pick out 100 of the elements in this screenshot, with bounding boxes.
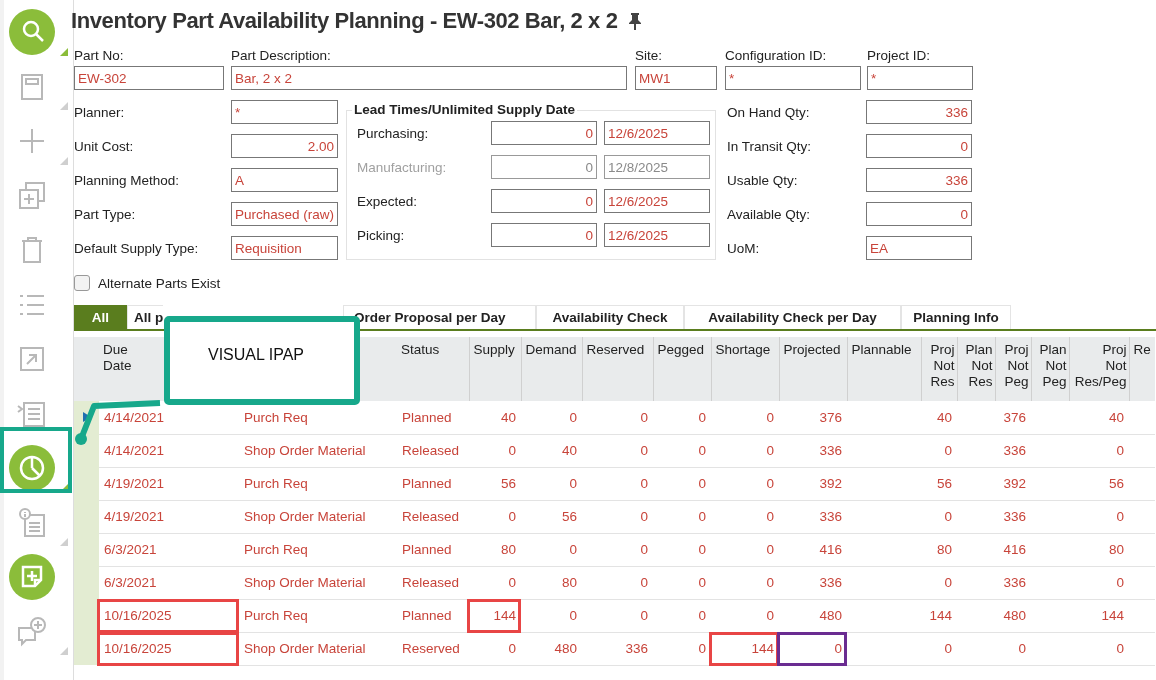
field-label: Purchasing: xyxy=(357,125,430,141)
input-field[interactable]: 2.00 xyxy=(231,134,338,158)
table-cell: Reserved xyxy=(397,632,469,665)
table-cell: 80 xyxy=(921,533,957,566)
table-cell: 6/3/2021 xyxy=(99,533,239,566)
table-cell: 0 xyxy=(921,500,957,533)
input-field[interactable]: EW-302 xyxy=(74,66,224,90)
field-label: Picking: xyxy=(357,227,406,243)
table-cell: Released xyxy=(397,500,469,533)
table-cell: 0 xyxy=(582,401,653,434)
table-cell: 0 xyxy=(711,566,779,599)
table-cell: 0 xyxy=(653,401,711,434)
field-label: Expected: xyxy=(357,193,419,209)
tab[interactable]: Availability Check xyxy=(536,305,684,329)
table-cell: 4/19/2021 xyxy=(99,467,239,500)
table-cell: 416 xyxy=(779,533,847,566)
tab[interactable]: Planning Info xyxy=(901,305,1011,329)
tab[interactable]: Availability Check per Day xyxy=(684,305,901,329)
table-cell: Shop Order Material xyxy=(239,434,397,467)
column-header: Demand xyxy=(521,337,582,401)
input-field[interactable]: A xyxy=(231,168,338,192)
table-cell: Planned xyxy=(397,599,469,632)
field-label: Usable Qty: xyxy=(727,172,799,188)
input-field[interactable]: 0 xyxy=(491,223,597,247)
table-cell: 0 xyxy=(521,599,582,632)
input-field[interactable]: Purchased (raw) xyxy=(231,202,338,226)
field-label: Project ID: xyxy=(867,48,932,63)
table-cell: 336 xyxy=(779,566,847,599)
table-cell: 0 xyxy=(582,434,653,467)
table-cell: 56 xyxy=(521,500,582,533)
input-field[interactable]: 336 xyxy=(866,168,972,192)
table-cell: 0 xyxy=(1069,500,1129,533)
input-field[interactable]: * xyxy=(867,66,973,90)
table-cell: Planned xyxy=(397,467,469,500)
table-cell: 56 xyxy=(469,467,521,500)
table-cell: 0 xyxy=(711,401,779,434)
input-field[interactable]: * xyxy=(231,100,338,124)
input-field[interactable]: 12/6/2025 xyxy=(604,223,710,247)
pie-chart-button[interactable] xyxy=(8,445,55,492)
field-label: Part No: xyxy=(74,48,125,63)
table-cell: 0 xyxy=(582,566,653,599)
table-cell: 0 xyxy=(469,632,521,665)
input-field[interactable]: Bar, 2 x 2 xyxy=(231,66,627,90)
input-field[interactable]: 0 xyxy=(866,134,972,158)
table-cell: 0 xyxy=(521,467,582,500)
table-cell: 0 xyxy=(521,533,582,566)
table-cell: 0 xyxy=(469,566,521,599)
table-cell: 376 xyxy=(995,401,1031,434)
column-header: Plan Not Res xyxy=(957,337,995,401)
field-label: Available Qty: xyxy=(727,206,812,222)
table-cell: 0 xyxy=(921,434,957,467)
table-cell: 40 xyxy=(921,401,957,434)
input-field[interactable]: MW1 xyxy=(635,66,717,90)
tab[interactable]: All xyxy=(74,305,127,329)
table-cell: 144 xyxy=(469,599,521,632)
input-field[interactable]: 12/6/2025 xyxy=(604,121,710,145)
column-header: Proj Not Peg xyxy=(995,337,1031,401)
input-field[interactable]: 0 xyxy=(866,202,972,226)
column-header: Proj Not Res xyxy=(921,337,957,401)
table-cell: 0 xyxy=(711,467,779,500)
input-field[interactable]: 336 xyxy=(866,100,972,124)
table-cell: 0 xyxy=(653,566,711,599)
table-cell: 4/19/2021 xyxy=(99,500,239,533)
table-cell: 0 xyxy=(469,434,521,467)
table-cell: 480 xyxy=(995,599,1031,632)
row-selector[interactable] xyxy=(74,632,99,665)
table-cell: 336 xyxy=(995,500,1031,533)
table-cell: 0 xyxy=(653,533,711,566)
table-cell: 0 xyxy=(779,632,847,665)
field-label: Planning Method: xyxy=(74,172,181,188)
pin-icon[interactable] xyxy=(627,12,642,30)
input-field[interactable]: * xyxy=(725,66,861,90)
checkbox[interactable] xyxy=(74,275,90,291)
tab[interactable]: All p xyxy=(127,305,163,329)
column-header: Shortage xyxy=(711,337,779,401)
input-field[interactable]: 0 xyxy=(491,121,597,145)
table-cell: 416 xyxy=(995,533,1031,566)
table-cell: Released xyxy=(397,434,469,467)
table-cell: 10/16/2025 xyxy=(99,599,239,632)
table-cell: 0 xyxy=(995,632,1031,665)
input-field[interactable]: EA xyxy=(866,236,972,260)
input-field[interactable]: 12/6/2025 xyxy=(604,189,710,213)
column-header: Plannable xyxy=(847,337,921,401)
page-title: Inventory Part Availability Planning - EW-302 Bar, 2 x 2 xyxy=(71,8,618,34)
table-cell: Released xyxy=(397,566,469,599)
input-field[interactable]: Requisition xyxy=(231,236,338,260)
table-cell: 40 xyxy=(469,401,521,434)
table-cell: 56 xyxy=(1069,467,1129,500)
column-header: Plan Not Peg xyxy=(1031,337,1069,401)
table-cell: 336 xyxy=(779,500,847,533)
table-cell: 144 xyxy=(711,632,779,665)
table-cell: 480 xyxy=(779,599,847,632)
table-cell: 40 xyxy=(1069,401,1129,434)
table-cell: 0 xyxy=(582,500,653,533)
table-cell: 0 xyxy=(653,599,711,632)
column-header: Pegged xyxy=(653,337,711,401)
field-label: Unit Cost: xyxy=(74,138,135,154)
input-field[interactable]: 0 xyxy=(491,189,597,213)
table-cell: Planned xyxy=(397,401,469,434)
table-cell: Shop Order Material xyxy=(239,500,397,533)
